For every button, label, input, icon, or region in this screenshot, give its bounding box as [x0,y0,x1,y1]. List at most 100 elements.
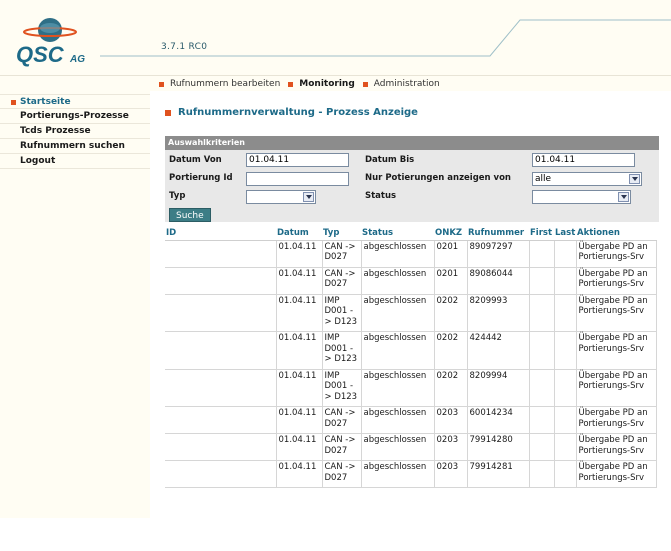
cell-onkz: 0203 [433,406,468,434]
cell-rufnummer: 60014234 [466,406,530,434]
cell-typ: CAN -> D027 [321,433,362,461]
cell-datum: 01.04.11 [275,433,323,461]
cell-first [528,368,555,407]
cell-aktion[interactable]: Übergabe PD an Portierungs-Srv [575,433,657,461]
cell-rufnummer: 8209993 [466,293,530,332]
topnav-item-2[interactable]: Administration [362,79,440,89]
cell-last [553,239,577,268]
column-header[interactable]: ONKZ [434,228,467,241]
cell-aktion[interactable]: Übergabe PD an Portierungs-Srv [575,460,657,488]
sidebar-item-4[interactable]: Logout [0,154,150,169]
column-header[interactable]: Typ [322,228,361,241]
cell-last [553,368,577,407]
cell-id [165,460,277,488]
cell-typ: IMP D001 -> D123 [321,293,362,332]
cell-rufnummer: 424442 [466,331,530,370]
cell-first [528,331,555,370]
cell-last [553,433,577,461]
column-header[interactable]: ID [165,228,276,241]
cell-rufnummer: 8209994 [466,368,530,407]
results-area: ID Datum Typ Status ONKZ Rufnummer First Last Ak… [158,91,668,518]
cell-status: abgeschlossen [360,293,435,332]
cell-aktion[interactable]: Übergabe PD an Portierungs-Srv [575,368,657,407]
cell-onkz: 0202 [433,368,468,407]
cell-first [528,266,555,295]
cell-last [553,460,577,488]
topnav-item-label: Rufnummern bearbeiten [170,79,281,89]
cell-id [165,293,277,332]
cell-first [528,433,555,461]
sidebar-item-2[interactable]: Tcds Prozesse [0,124,150,139]
nav-bullet-icon [159,81,164,87]
cell-datum: 01.04.11 [275,406,323,434]
left-navigation: Startseite Portierungs-Prozesse Tcds Proze… [0,91,150,551]
table-row: 01.04.11 CAN -> D027 abgeschlossen 0201 8909… [165,239,657,268]
logo-suffix: AG [69,54,85,65]
cell-onkz: 0202 [433,293,468,332]
cell-last [553,293,577,332]
table-row: 01.04.11 CAN -> D027 abgeschlossen 0203 7991… [165,433,657,461]
cell-first [528,406,555,434]
cell-id [165,368,277,407]
cell-last [553,266,577,295]
column-header[interactable]: Status [361,228,434,241]
cell-typ: CAN -> D027 [321,266,362,295]
column-header[interactable]: Datum [276,228,322,241]
sidebar-item-1[interactable]: Portierungs-Prozesse [0,109,150,124]
cell-rufnummer: 89097297 [466,239,530,268]
cell-rufnummer: 89086044 [466,266,530,295]
cell-first [528,293,555,332]
cell-status: abgeschlossen [360,406,435,434]
cell-onkz: 0201 [433,266,468,295]
cell-status: abgeschlossen [360,460,435,488]
sidebar-item-0[interactable]: Startseite [0,94,150,109]
results-table: ID Datum Typ Status ONKZ Rufnummer First Last Ak… [165,228,657,488]
column-header[interactable]: Aktionen [576,228,656,241]
cell-typ: CAN -> D027 [321,460,362,488]
column-header[interactable]: Last [554,228,576,241]
cell-aktion[interactable]: Übergabe PD an Portierungs-Srv [575,293,657,332]
nav-bullet-icon [288,81,294,87]
cell-onkz: 0203 [433,460,468,488]
app-header: QSC AG 3.7.1 RC0 [0,0,671,75]
cell-datum: 01.04.11 [275,266,323,295]
cell-status: abgeschlossen [360,368,435,407]
cell-last [553,331,577,370]
cell-aktion[interactable]: Übergabe PD an Portierungs-Srv [575,266,657,295]
cell-datum: 01.04.11 [275,331,323,370]
cell-aktion[interactable]: Übergabe PD an Portierungs-Srv [575,406,657,434]
cell-onkz: 0201 [433,239,468,268]
cell-datum: 01.04.11 [275,239,323,268]
cell-status: abgeschlossen [360,331,435,370]
cell-datum: 01.04.11 [275,293,323,332]
column-header[interactable]: Rufnummer [467,228,529,241]
cell-aktion[interactable]: Übergabe PD an Portierungs-Srv [575,331,657,370]
cell-status: abgeschlossen [360,266,435,295]
top-navigation: Rufnummern bearbeiten Monitoring Administr… [0,75,671,91]
cell-aktion[interactable]: Übergabe PD an Portierungs-Srv [575,239,657,268]
cell-status: abgeschlossen [360,239,435,268]
table-row: 01.04.11 CAN -> D027 abgeschlossen 0203 7991… [165,460,657,488]
logo-text: QSC [16,42,65,67]
table-row: 01.04.11 IMP D001 -> D123 abgeschlossen 020… [165,331,657,370]
cell-id [165,239,277,268]
cell-datum: 01.04.11 [275,460,323,488]
cell-id [165,266,277,295]
table-row: 01.04.11 IMP D001 -> D123 abgeschlossen 020… [165,293,657,332]
cell-rufnummer: 79914281 [466,460,530,488]
cell-datum: 01.04.11 [275,368,323,407]
table-row: 01.04.11 CAN -> D027 abgeschlossen 0203 6001… [165,406,657,434]
cell-rufnummer: 79914280 [466,433,530,461]
cell-first [528,239,555,268]
cell-id [165,331,277,370]
sidebar-item-3[interactable]: Rufnummern suchen [0,139,150,154]
topnav-item-1[interactable]: Monitoring [288,79,355,89]
cell-first [528,460,555,488]
column-header[interactable]: First [529,228,554,241]
cell-typ: CAN -> D027 [321,406,362,434]
cell-status: abgeschlossen [360,433,435,461]
cell-typ: IMP D001 -> D123 [321,331,362,370]
topnav-item-0[interactable]: Rufnummern bearbeiten [159,79,280,89]
version-label: 3.7.1 RC0 [161,42,208,52]
topnav-item-label: Administration [373,79,440,89]
